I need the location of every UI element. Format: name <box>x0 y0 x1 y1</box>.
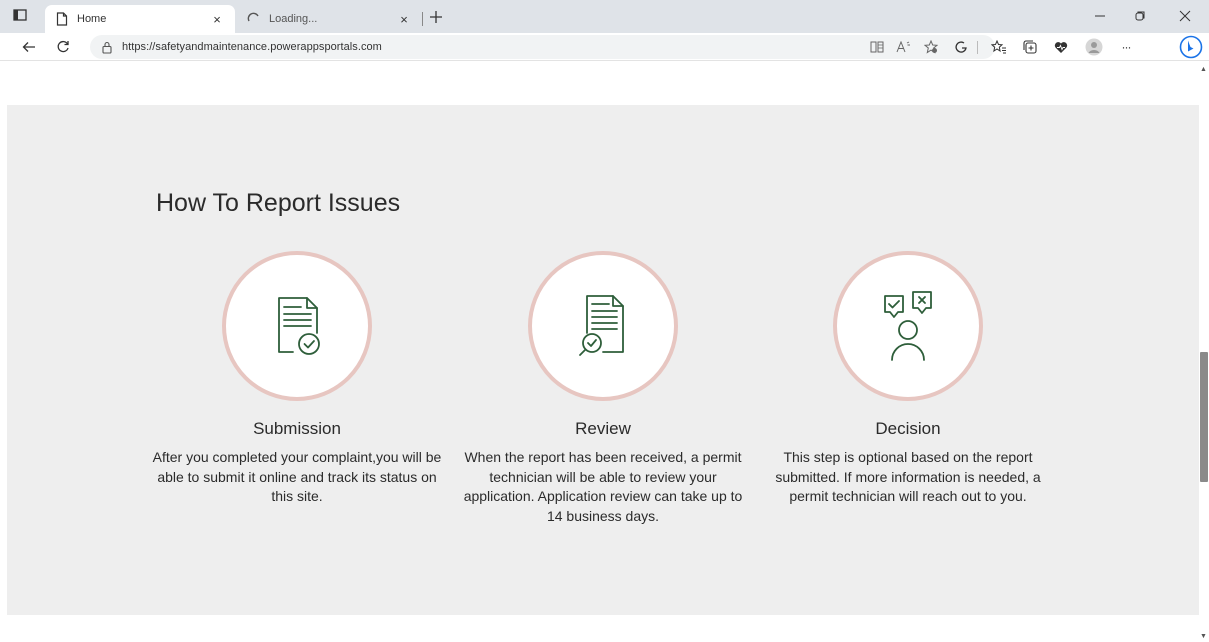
new-tab-button[interactable] <box>425 6 447 28</box>
close-tab-icon[interactable]: × <box>394 9 414 29</box>
step-description: When the report has been received, a per… <box>463 449 743 524</box>
refresh-icon[interactable] <box>52 36 74 58</box>
scroll-thumb[interactable] <box>1200 352 1208 482</box>
step-title: Review <box>575 419 631 438</box>
extensions-icon[interactable] <box>950 36 972 58</box>
step-description: After you completed your complaint,you w… <box>152 449 442 504</box>
close-window-icon[interactable] <box>1170 6 1200 26</box>
collections-icon[interactable] <box>1019 36 1041 58</box>
step-description: This step is optional based on the repor… <box>775 449 1041 504</box>
browser-toolbar: https://safetyandmaintenance.powerappspo… <box>0 33 1209 61</box>
browser-window: Home × Loading... × https://safetyandmai… <box>0 0 1209 642</box>
step-title: Decision <box>875 419 941 438</box>
tab-label: Loading... <box>269 13 318 25</box>
page-viewport: How To Report Issues Submission After yo… <box>0 62 1199 642</box>
read-aloud-icon[interactable] <box>895 38 913 56</box>
step-review: Review When the report has been received… <box>453 251 753 526</box>
add-favorite-icon[interactable] <box>922 38 940 56</box>
step-icon-circle <box>833 251 983 401</box>
step-decision: Decision This step is optional based on … <box>758 251 1058 507</box>
step-title: Submission <box>253 419 341 438</box>
tab-actions-icon[interactable] <box>8 4 32 26</box>
scroll-down-icon[interactable]: ▼ <box>1200 633 1207 640</box>
url-text[interactable]: https://safetyandmaintenance.powerappspo… <box>122 41 382 53</box>
tab-strip: Home × Loading... × <box>0 0 1209 33</box>
tab-home[interactable]: Home × <box>45 5 235 33</box>
loading-icon <box>247 12 261 26</box>
profile-icon[interactable] <box>1083 36 1105 58</box>
restore-icon[interactable] <box>1125 6 1155 26</box>
person-decision-icon <box>884 291 932 361</box>
browser-essentials-icon[interactable] <box>1050 36 1072 58</box>
how-to-report-section: How To Report Issues Submission After yo… <box>7 105 1199 615</box>
page-icon <box>55 12 69 26</box>
back-icon[interactable] <box>18 36 40 58</box>
lock-icon[interactable] <box>98 38 116 56</box>
step-icon-circle <box>528 251 678 401</box>
section-title: How To Report Issues <box>156 189 401 217</box>
bing-icon[interactable] <box>1178 34 1204 60</box>
scroll-up-icon[interactable]: ▲ <box>1200 66 1207 73</box>
vertical-scrollbar[interactable]: ▲ ▼ <box>1199 62 1209 642</box>
more-icon[interactable]: ··· <box>1115 36 1137 58</box>
tab-loading[interactable]: Loading... × <box>237 5 422 33</box>
document-search-icon <box>579 295 624 356</box>
tab-separator <box>422 12 423 26</box>
tab-label: Home <box>77 13 107 25</box>
close-tab-icon[interactable]: × <box>207 9 227 29</box>
address-bar[interactable]: https://safetyandmaintenance.powerappspo… <box>90 35 995 59</box>
step-submission: Submission After you completed your comp… <box>147 251 447 507</box>
toolbar-divider <box>977 41 978 54</box>
step-icon-circle <box>222 251 372 401</box>
immersive-reader-icon[interactable] <box>868 38 886 56</box>
favorites-icon[interactable] <box>988 36 1010 58</box>
document-check-icon <box>278 297 320 355</box>
minimize-icon[interactable] <box>1085 6 1115 26</box>
